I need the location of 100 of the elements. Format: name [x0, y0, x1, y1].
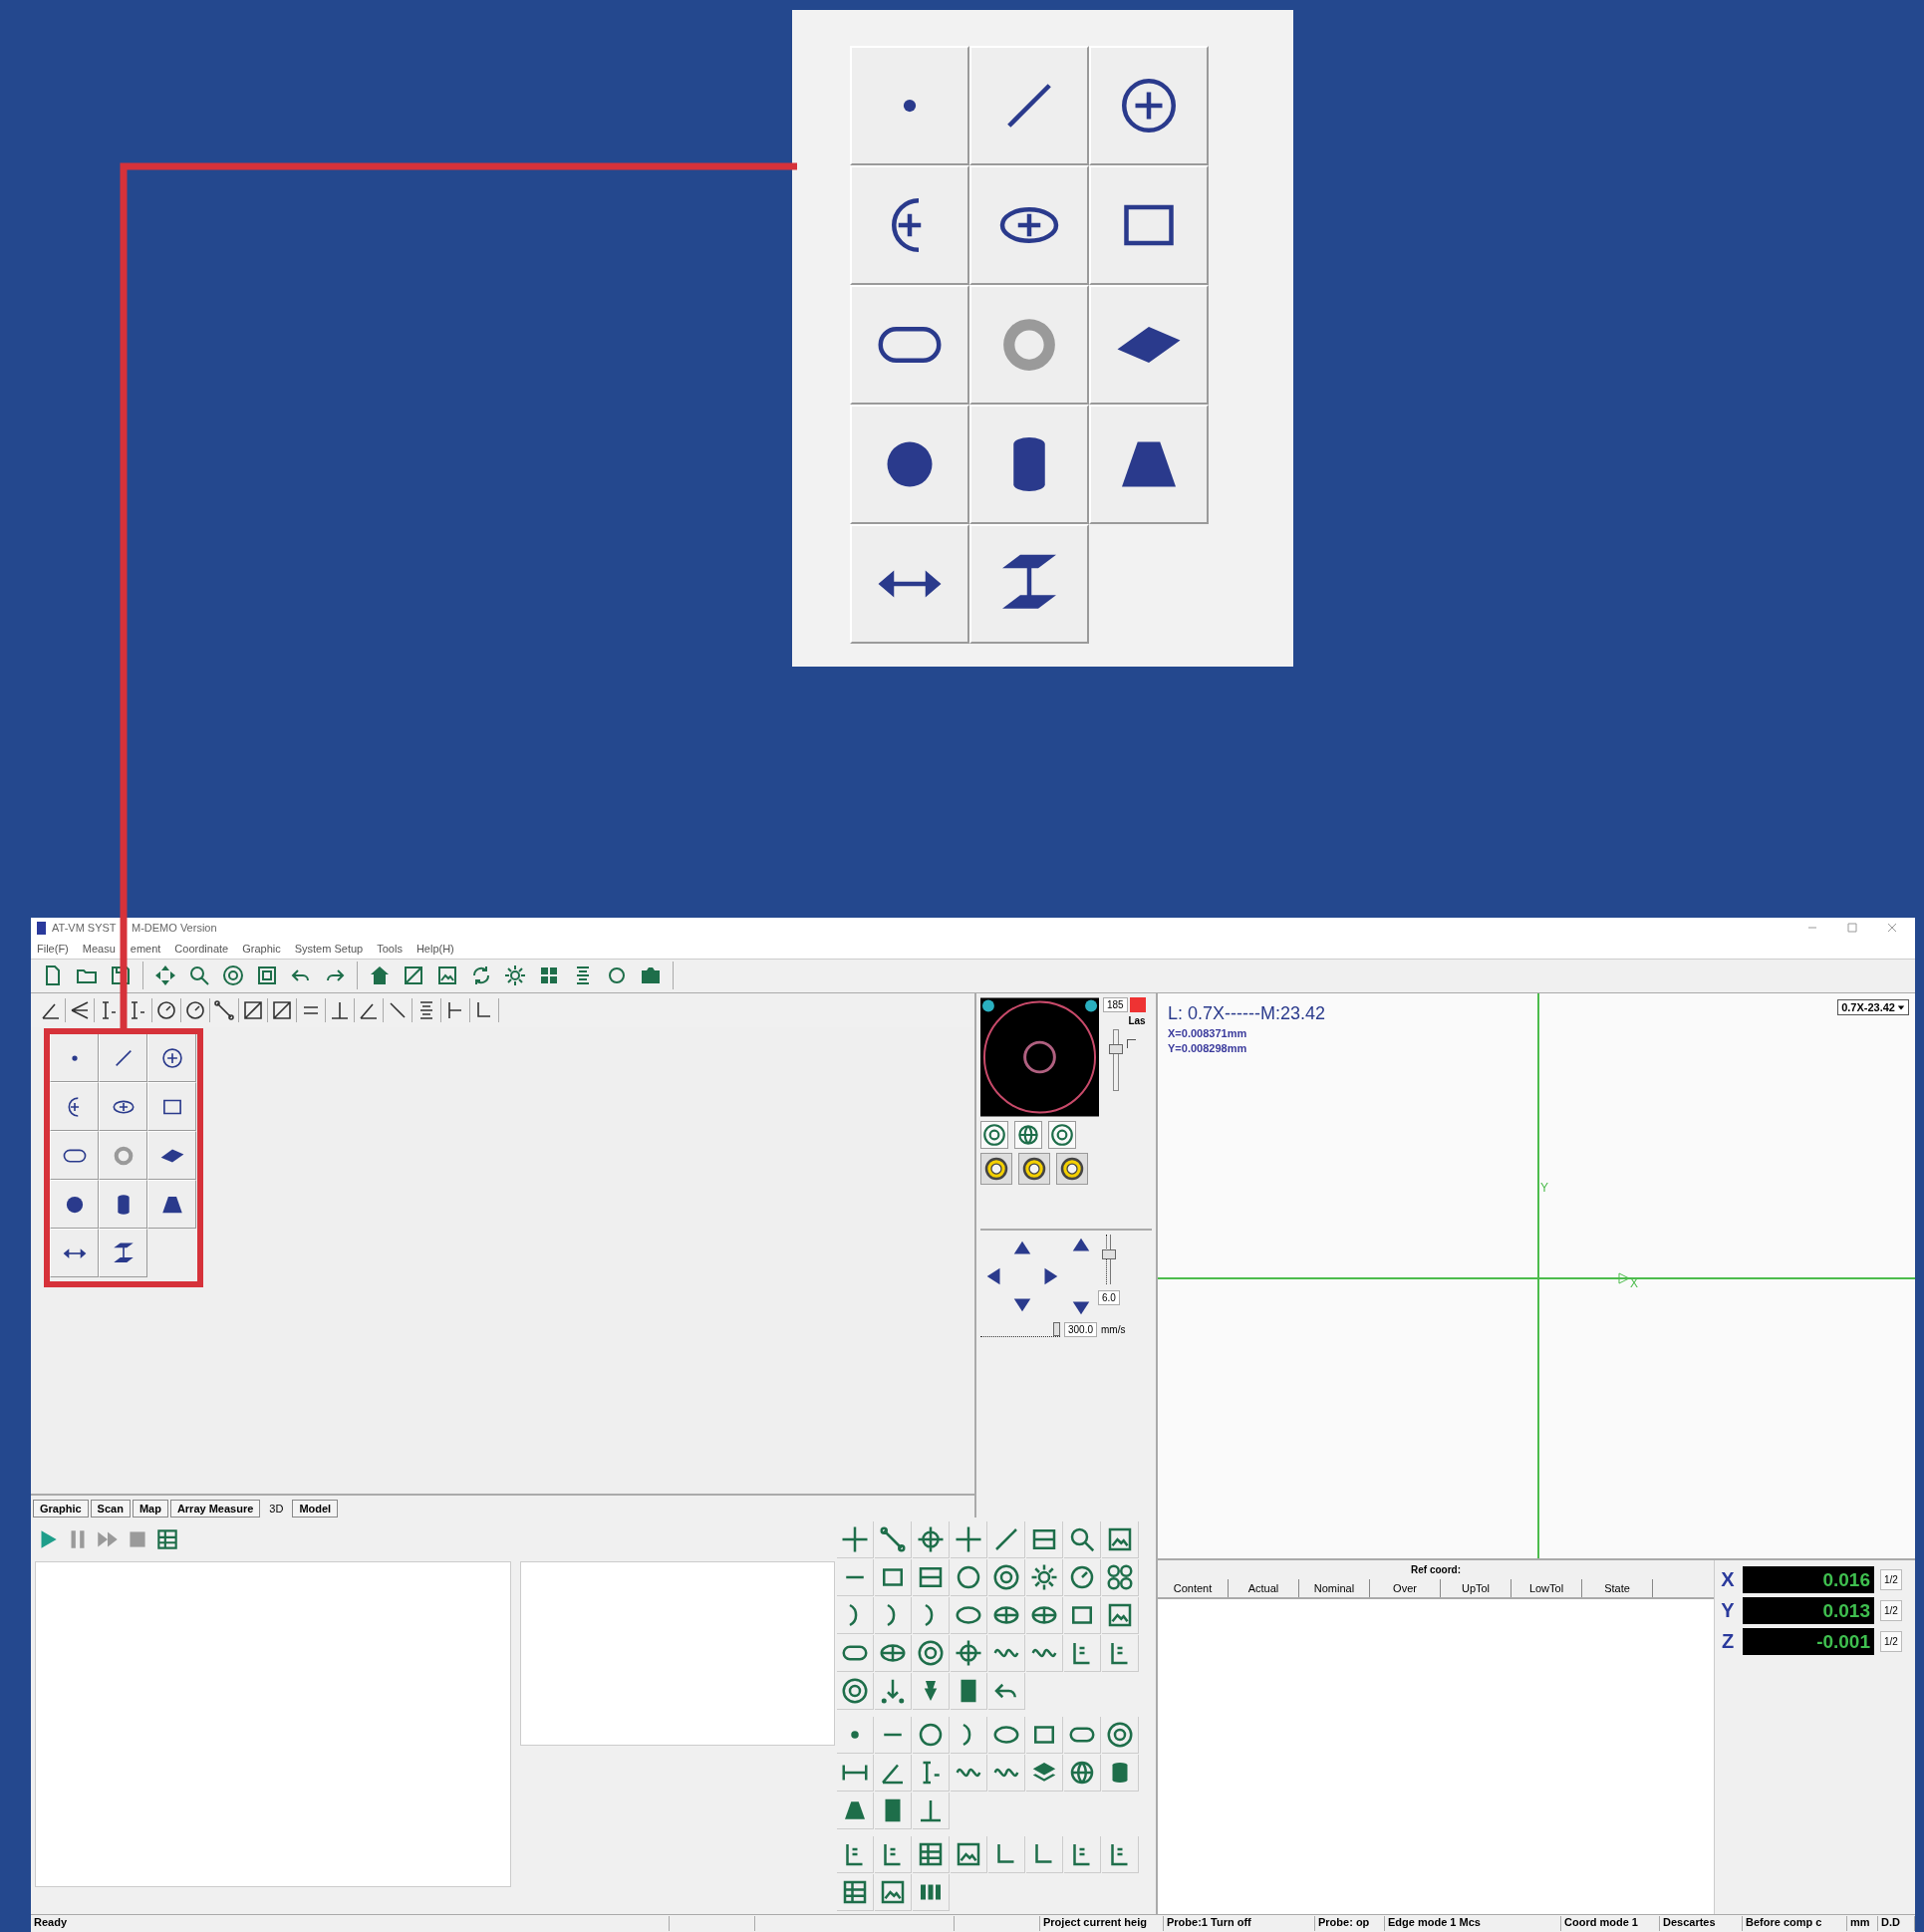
palette-button[interactable] [99, 1033, 147, 1083]
split-box-icon[interactable] [1025, 1521, 1063, 1559]
palette-button[interactable] [969, 405, 1089, 524]
marker-icon[interactable] [1101, 1836, 1139, 1874]
split-box-icon[interactable] [912, 1559, 950, 1597]
layers-icon[interactable] [1025, 1755, 1063, 1793]
ratio-button[interactable]: 1/2 [1880, 1631, 1902, 1653]
target-icon[interactable] [221, 964, 245, 988]
dash-icon[interactable] [836, 1559, 874, 1597]
image-icon[interactable] [950, 1836, 987, 1874]
palette-button[interactable] [99, 1180, 147, 1230]
speed-slider[interactable] [980, 1322, 1060, 1338]
wave-icon[interactable] [950, 1755, 987, 1793]
gauge-icon[interactable] [1063, 1559, 1101, 1597]
view-tab[interactable]: 3D [262, 1500, 291, 1518]
slider-thumb[interactable] [1102, 1249, 1117, 1259]
palette-button[interactable] [50, 1180, 99, 1230]
view-tab[interactable]: Scan [90, 1500, 131, 1518]
palette-button[interactable] [969, 165, 1089, 285]
palette-button[interactable] [850, 285, 969, 405]
perpendicular-icon[interactable] [912, 1793, 950, 1830]
image-icon[interactable] [1101, 1521, 1139, 1559]
arc-icon[interactable] [836, 1597, 874, 1635]
close-icon[interactable] [1887, 923, 1897, 934]
light-ring-icon[interactable] [1018, 1153, 1050, 1186]
palette-button[interactable] [1089, 46, 1209, 165]
line-icon[interactable] [987, 1521, 1025, 1559]
slot-icon[interactable] [1063, 1717, 1101, 1755]
image-icon[interactable] [1101, 1597, 1139, 1635]
palette-button[interactable] [147, 1180, 196, 1230]
point-line-icon[interactable] [874, 1521, 912, 1559]
corner-icon[interactable] [987, 1836, 1025, 1874]
cone-icon[interactable] [836, 1793, 874, 1830]
lens-dropdown[interactable]: 0.7X-23.42 [1837, 999, 1909, 1016]
crosshair-icon[interactable] [950, 1521, 987, 1559]
menu-item[interactable]: Help(H) [415, 942, 454, 955]
dash-icon[interactable] [874, 1717, 912, 1755]
menu-item[interactable]: Coordinate [174, 942, 229, 955]
bracket-icon[interactable] [912, 1755, 950, 1793]
width-icon[interactable] [836, 1755, 874, 1793]
target-icon[interactable] [980, 1121, 1008, 1150]
calculator-icon[interactable] [950, 1673, 987, 1711]
target-icon[interactable] [836, 1673, 874, 1711]
four-circles-icon[interactable] [1101, 1559, 1139, 1597]
wave-icon[interactable] [1025, 1635, 1063, 1673]
slider-thumb[interactable] [1109, 1043, 1123, 1054]
palette-button[interactable] [1089, 285, 1209, 405]
arc-icon[interactable] [874, 1597, 912, 1635]
ratio-button[interactable]: 1/2 [1880, 1600, 1902, 1622]
color-bar-icon[interactable] [912, 1874, 950, 1912]
ellipse-cross-icon[interactable] [1025, 1597, 1063, 1635]
marker-icon[interactable] [836, 1836, 874, 1874]
palette-button[interactable] [50, 1033, 99, 1083]
cylinder-icon[interactable] [1101, 1755, 1139, 1793]
palette-button[interactable] [99, 1229, 147, 1278]
marker-icon[interactable] [1063, 1836, 1101, 1874]
arrow-dots-icon[interactable] [874, 1673, 912, 1711]
palette-button[interactable] [850, 405, 969, 524]
point-icon[interactable] [836, 1717, 874, 1755]
undo-icon[interactable] [987, 1673, 1025, 1711]
settings-icon[interactable] [503, 964, 527, 988]
light-ring-icon[interactable] [1056, 1153, 1088, 1186]
menu-item[interactable]: Tools [377, 942, 403, 955]
arc-icon[interactable] [950, 1717, 987, 1755]
menu-item[interactable]: System Setup [294, 942, 364, 955]
calculator-icon[interactable] [874, 1793, 912, 1830]
ellipse-cross-icon[interactable] [874, 1635, 912, 1673]
globe-icon[interactable] [1063, 1755, 1101, 1793]
menu-item[interactable]: ement [130, 942, 161, 955]
view-tab[interactable]: Model [292, 1500, 339, 1518]
palette-button[interactable] [1089, 165, 1209, 285]
crosshair-icon[interactable] [836, 1521, 874, 1559]
view-tab[interactable]: Map [132, 1500, 168, 1518]
ellipse-cross-icon[interactable] [987, 1597, 1025, 1635]
ratio-button[interactable]: 1/2 [1880, 1569, 1902, 1591]
target-icon[interactable] [912, 1635, 950, 1673]
palette-button[interactable] [147, 1033, 196, 1083]
marker-icon[interactable] [1063, 1635, 1101, 1673]
menu-item[interactable]: Graphic [242, 942, 281, 955]
spreadsheet-icon[interactable] [912, 1836, 950, 1874]
zoom-icon[interactable] [1063, 1521, 1101, 1559]
slot-icon[interactable] [836, 1635, 874, 1673]
palette-button[interactable] [50, 1082, 99, 1132]
light-checkbox[interactable] [1127, 1039, 1136, 1049]
palette-button[interactable] [1089, 405, 1209, 524]
speed-field[interactable]: 300.0 [1064, 1322, 1098, 1338]
palette-button[interactable] [850, 165, 969, 285]
palette-button[interactable] [969, 524, 1089, 644]
arc-icon[interactable] [912, 1597, 950, 1635]
palette-button[interactable] [850, 524, 969, 644]
palette-button[interactable] [147, 1082, 196, 1132]
view-tab[interactable]: Array Measure [169, 1500, 261, 1518]
marker-icon[interactable] [874, 1836, 912, 1874]
target-icon[interactable] [1101, 1717, 1139, 1755]
corner-icon[interactable] [1025, 1836, 1063, 1874]
menu-item[interactable]: File(F) [37, 942, 69, 955]
palette-button[interactable] [50, 1131, 99, 1181]
wave-icon[interactable] [987, 1755, 1025, 1793]
wave-icon[interactable] [987, 1635, 1025, 1673]
palette-button[interactable] [99, 1082, 147, 1132]
